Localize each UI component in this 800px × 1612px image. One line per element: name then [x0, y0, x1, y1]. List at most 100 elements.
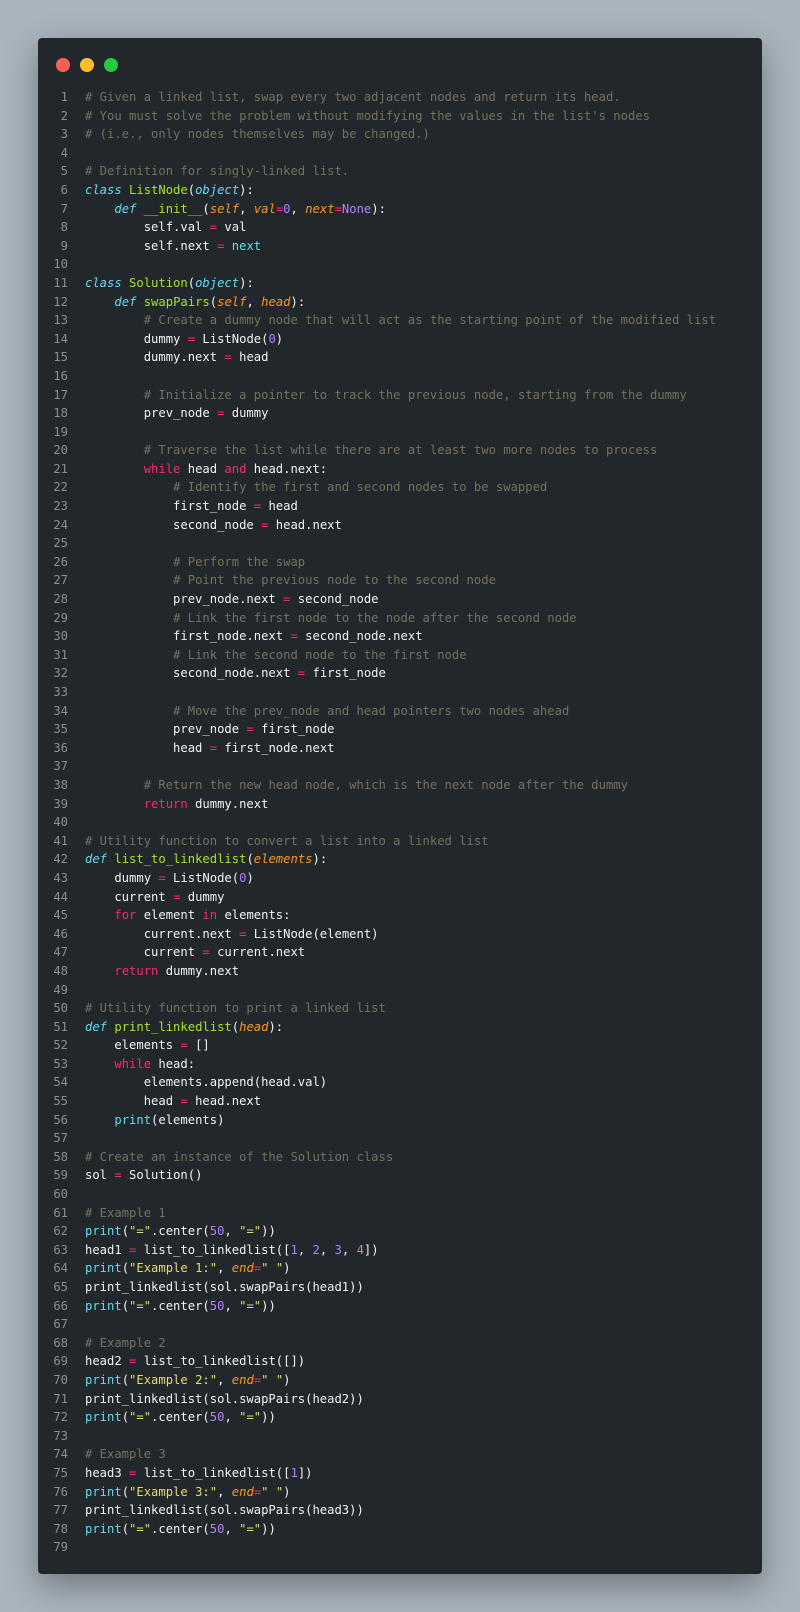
line-number: 57: [53, 1131, 68, 1146]
line-number: 60: [53, 1187, 68, 1202]
code-token: print: [85, 1261, 122, 1276]
line-number: 35: [53, 722, 68, 737]
line-number: 73: [53, 1428, 68, 1443]
code-token: current: [85, 945, 203, 960]
code-line: 20 # Traverse the list while there are a…: [38, 441, 762, 460]
code-token: # Example 3: [85, 1447, 166, 1462]
code-token: .center(: [151, 1298, 210, 1313]
close-dot-icon[interactable]: [56, 58, 70, 72]
code-token: print: [85, 1224, 122, 1239]
line-number: 78: [53, 1521, 68, 1536]
line-number: 11: [53, 275, 68, 290]
line-number: 3: [60, 127, 68, 142]
code-line: 79: [38, 1538, 762, 1557]
code-token: ,: [239, 201, 254, 216]
code-token: head: [239, 1019, 269, 1034]
line-number: 5: [60, 164, 68, 179]
code-token: end: [231, 1261, 254, 1276]
code-line: 58 # Create an instance of the Solution c…: [38, 1148, 762, 1167]
line-number: 23: [53, 499, 68, 514]
code-token: # Traverse the list while there are at l…: [143, 443, 658, 458]
code-token: "=": [129, 1521, 152, 1536]
code-line: 59 sol = Solution(): [38, 1166, 762, 1185]
code-line: 52 elements = []: [38, 1036, 762, 1055]
code-token: sol: [85, 1168, 115, 1183]
code-token: (: [121, 1410, 130, 1425]
code-token: " ": [261, 1261, 284, 1276]
line-number: 46: [53, 926, 68, 941]
code-line: 76 print("Example 3:", end=" "): [38, 1483, 762, 1502]
code-token: =: [253, 499, 262, 514]
code-token: ListNode(: [165, 870, 240, 885]
code-token: 50: [209, 1224, 225, 1239]
code-token: dummy: [180, 889, 225, 904]
code-token: elements:: [217, 908, 291, 923]
code-token: )): [261, 1521, 276, 1536]
line-number: 72: [53, 1410, 68, 1425]
code-token: ):: [371, 201, 386, 216]
line-number: 45: [53, 908, 68, 923]
line-number: 29: [53, 610, 68, 625]
code-token: (: [202, 201, 210, 216]
code-line: 35 prev_node = first_node: [38, 720, 762, 739]
code-line: 16: [38, 367, 762, 386]
window-controls: [56, 58, 128, 72]
code-token: # Given a linked list, swap every two ad…: [85, 90, 621, 104]
code-token: =: [187, 331, 196, 346]
maximize-dot-icon[interactable]: [104, 58, 118, 72]
code-token: ListNode(: [195, 331, 269, 346]
code-line: 73: [38, 1427, 762, 1446]
line-number: 2: [60, 108, 68, 123]
line-number: 6: [60, 182, 68, 197]
code-token: "=": [239, 1298, 262, 1313]
code-token: first_node.next: [217, 740, 335, 755]
code-token: head.next: [187, 1094, 262, 1109]
code-token: ,: [217, 1372, 232, 1387]
code-token: elements: [253, 852, 313, 867]
code-line: 74 # Example 3: [38, 1445, 762, 1464]
code-token: self: [217, 294, 247, 309]
code-token: "=": [129, 1224, 152, 1239]
code-token: head.next:: [246, 461, 328, 476]
line-number: 67: [53, 1317, 68, 1332]
line-number: 12: [53, 294, 68, 309]
code-token: current.next: [209, 945, 306, 960]
code-token: head: [261, 294, 291, 309]
code-token: prev_node: [85, 406, 218, 421]
minimize-dot-icon[interactable]: [80, 58, 94, 72]
line-number: 22: [53, 480, 68, 495]
code-token: (: [121, 1298, 130, 1313]
code-token: "=": [239, 1521, 262, 1536]
code-token: dummy.next: [158, 963, 240, 978]
code-token: ): [275, 331, 284, 346]
line-number: 71: [53, 1391, 68, 1406]
line-number: 18: [53, 406, 68, 421]
line-number: 14: [53, 331, 68, 346]
code-token: # Create an instance of the Solution cla…: [85, 1149, 394, 1164]
code-line: 11 class Solution(object):: [38, 274, 762, 293]
line-number: 32: [53, 666, 68, 681]
code-token: dummy: [224, 406, 269, 421]
code-token: ,: [217, 1484, 232, 1499]
code-line: 61 # Example 1: [38, 1204, 762, 1223]
line-number: 59: [53, 1168, 68, 1183]
line-number: 52: [53, 1038, 68, 1053]
code-token: print_linkedlist: [114, 1019, 232, 1034]
code-token: "=": [239, 1224, 262, 1239]
code-line: 64 print("Example 1:", end=" "): [38, 1259, 762, 1278]
code-token: ,: [290, 201, 306, 216]
code-token: .center(: [151, 1521, 210, 1536]
code-line: 69 head2 = list_to_linkedlist([]): [38, 1352, 762, 1371]
code-token: head: [261, 499, 298, 514]
code-token: (: [187, 182, 196, 197]
code-token: ): [283, 1484, 291, 1499]
code-token: ,: [319, 1242, 335, 1257]
code-token: head: [85, 1094, 181, 1109]
